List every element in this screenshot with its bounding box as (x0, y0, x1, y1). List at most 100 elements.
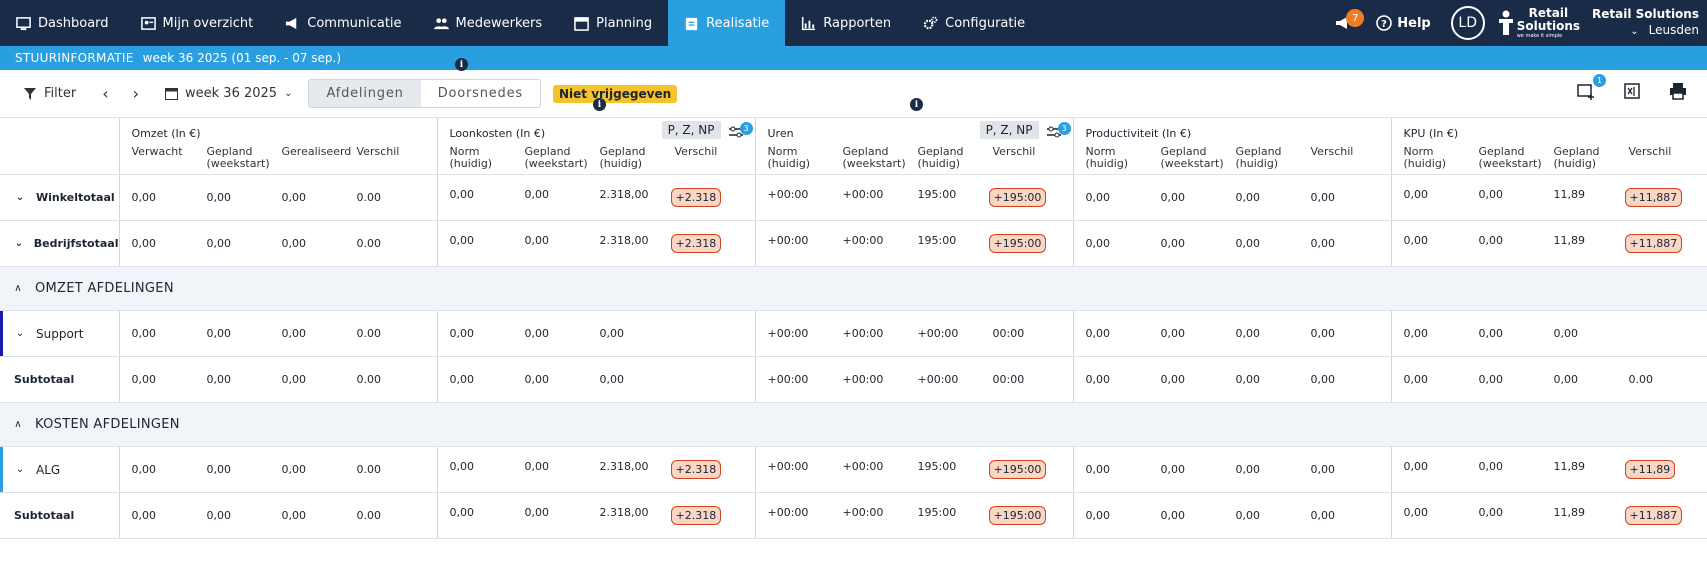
column-header[interactable]: Verschil (1299, 146, 1374, 170)
value-cell: 2.318,00 (599, 460, 649, 473)
filter-button[interactable]: Filter (24, 86, 76, 101)
table-row: ⌄ ALG 0,00 0,00 0,00 0.00 0,00 0,00 2.318,00 +2.3… (0, 446, 1707, 493)
difference-badge: +11,887 (1624, 506, 1683, 525)
column-header[interactable]: Gepland (huidig) (906, 146, 981, 170)
value-cell: 2.318,00 (599, 234, 649, 247)
column-header[interactable]: Verwacht (120, 146, 195, 170)
section-header[interactable]: ∧ OMZET AFDELINGEN (0, 266, 1707, 311)
difference-badge: +11,89 (1624, 460, 1676, 479)
column-header[interactable]: Norm (huidig) (756, 146, 831, 170)
value-cell: 0,00 (1235, 463, 1261, 476)
cost-filter-button[interactable]: 3 (728, 122, 753, 138)
column-header[interactable]: Verschil (345, 146, 420, 170)
table-row: ⌄ Winkeltotaal 0,00 0,00 0,00 0.00 0,00 0,00 2.3… (0, 174, 1707, 221)
nav-item-dashboard[interactable]: Dashboard (0, 0, 125, 46)
chevron-down-icon[interactable]: ⌄ (8, 328, 32, 339)
column-header[interactable]: Norm (huidig) (438, 146, 513, 170)
nav-item-label: Medewerkers (455, 15, 543, 31)
row-label-cell[interactable]: ⌄ Winkeltotaal (0, 174, 120, 221)
column-header[interactable]: Gepland (weekstart) (1467, 146, 1542, 170)
value-cell: 0,00 (1160, 509, 1186, 522)
column-header[interactable]: Verschil (663, 146, 738, 170)
logo-tagline: we make it simple (1516, 33, 1563, 39)
tab-doorsnedes[interactable]: Doorsnedes (421, 80, 540, 107)
value-group: 0,00 0,00 0,00 (436, 310, 755, 357)
value-cell: 0,00 (524, 327, 550, 340)
next-week-button[interactable]: › (133, 84, 139, 103)
value-cell: 0,00 (1553, 327, 1579, 340)
row-label: Bedrijfstotaal (33, 237, 119, 250)
column-header[interactable]: Gepland (huidig) (1224, 146, 1299, 170)
previous-week-button[interactable]: ‹ (102, 84, 108, 103)
row-label: Winkeltotaal (36, 191, 115, 204)
column-header[interactable]: Norm (huidig) (1392, 146, 1467, 170)
column-header[interactable]: Gepland (huidig) (588, 146, 663, 170)
chevron-down-icon[interactable]: ⌄ (8, 238, 30, 249)
week-selector[interactable]: week 36 2025 ⌄ (165, 86, 292, 101)
help-icon: ? (1376, 15, 1393, 31)
chevron-down-icon[interactable]: ⌄ (8, 192, 32, 203)
nav-item-rapporten[interactable]: Rapporten (785, 0, 907, 46)
nav-item-medewerkers[interactable]: Medewerkers (418, 0, 559, 46)
info-icon[interactable]: i (910, 98, 923, 111)
filter-icon (24, 87, 36, 100)
group-title: KPU (In €) (1403, 127, 1459, 140)
store-selector[interactable]: Retail Solutions ⌄ Leusden (1592, 6, 1699, 40)
value-cell: 0,00 (449, 460, 475, 473)
table-row: Subtotaal 0,00 0,00 0,00 0.00 0,00 0,00 2.318,0… (0, 492, 1707, 539)
row-label-cell[interactable]: ⌄ Bedrijfstotaal (0, 220, 120, 267)
notifications-button[interactable]: 7 (1328, 8, 1365, 38)
avatar[interactable]: LD (1450, 6, 1485, 40)
value-cell: 0.00 (356, 509, 382, 522)
column-header[interactable]: Norm (huidig) (1074, 146, 1149, 170)
section-header[interactable]: ∧ KOSTEN AFDELINGEN (0, 402, 1707, 447)
help-button[interactable]: ? Help (1376, 15, 1431, 31)
print-button[interactable] (1669, 82, 1689, 102)
row-label-cell[interactable]: ⌄ ALG (0, 446, 120, 493)
nav-item-realisatie[interactable]: Realisatie (668, 0, 786, 46)
group-title: Productiviteit (In €) (1085, 127, 1192, 140)
value-cell: +00:00 (842, 460, 884, 473)
column-header[interactable]: Gepland (weekstart) (831, 146, 906, 170)
value-group: +00:00 +00:00 +00:00 00:00 (754, 356, 1073, 403)
chevron-down-icon[interactable]: ⌄ (8, 464, 32, 475)
column-header[interactable]: Verschil (981, 146, 1056, 170)
column-header[interactable]: Gepland (huidig) (1542, 146, 1617, 170)
value-cell: +00:00 (842, 373, 884, 386)
column-header[interactable]: Gepland (weekstart) (513, 146, 588, 170)
value-cell: 0,00 (206, 509, 232, 522)
nav-item-planning[interactable]: Planning (558, 0, 668, 46)
value-cell: 0,00 (524, 188, 550, 201)
value-cell: 0,00 (1235, 373, 1261, 386)
column-header[interactable]: Gepland (weekstart) (195, 146, 270, 170)
column-header[interactable]: Verschil (1617, 146, 1692, 170)
value-cell: 0,00 (1478, 327, 1504, 340)
clipboard-icon (684, 16, 699, 31)
excel-export-button[interactable] (1623, 82, 1643, 102)
add-widget-button[interactable]: 1 (1577, 74, 1606, 102)
value-cell: 0,00 (1085, 191, 1111, 204)
row-label-cell[interactable]: ⌄ Support (0, 310, 120, 357)
value-cell: 0.00 (356, 327, 382, 340)
nav-item-mijn-overzicht[interactable]: Mijn overzicht (125, 0, 270, 46)
difference-badge: +2.318 (670, 506, 722, 525)
value-group: 0,00 0,00 2.318,00 +2.318 (436, 174, 755, 221)
value-group: +00:00 +00:00 +00:00 00:00 (754, 310, 1073, 357)
column-header[interactable]: Gepland (weekstart) (1149, 146, 1224, 170)
cost-filter-button[interactable]: 3 (1046, 122, 1071, 138)
company-name: Retail Solutions (1592, 7, 1699, 21)
value-cell: 0,00 (1478, 460, 1504, 473)
nav-item-label: Planning (596, 15, 653, 31)
retail-solutions-logo: Retail Solutions we make it simple (1498, 7, 1580, 39)
info-icon[interactable]: i (593, 98, 606, 111)
value-group: +00:00 +00:00 195:00 +195:00 (754, 492, 1073, 539)
value-cell: 0,00 (1310, 327, 1336, 340)
value-cell: +00:00 (842, 188, 884, 201)
nav-item-configuratie[interactable]: Configuratie (907, 0, 1041, 46)
help-label: Help (1397, 15, 1431, 31)
nav-item-communicatie[interactable]: Communicatie (269, 0, 417, 46)
tab-afdelingen[interactable]: Afdelingen (309, 80, 421, 107)
column-header[interactable]: Gerealiseerd (270, 146, 352, 170)
difference-badge: +2.318 (670, 460, 722, 479)
section-label: OMZET AFDELINGEN (35, 281, 174, 296)
